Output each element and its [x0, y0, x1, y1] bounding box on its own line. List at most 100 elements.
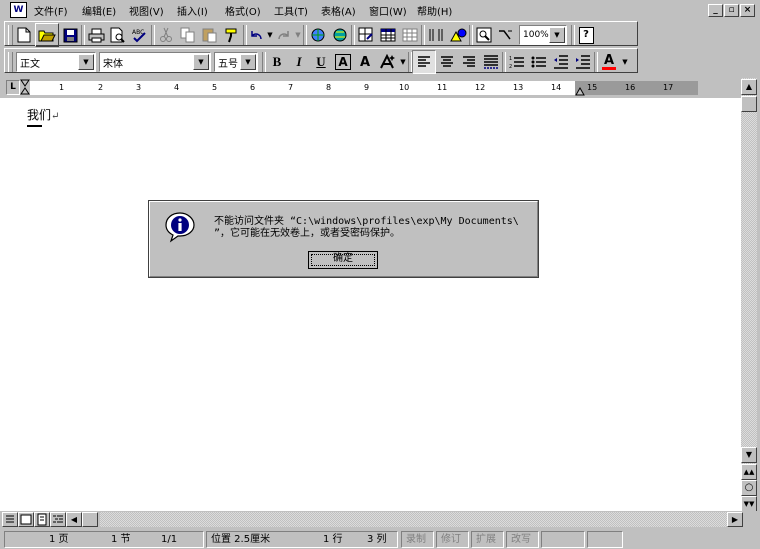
chevron-down-icon[interactable]: ▼	[78, 54, 94, 70]
chevron-down-icon[interactable]: ▼	[240, 54, 256, 70]
bold-button[interactable]: B	[266, 51, 288, 73]
insert-excel-button[interactable]	[399, 24, 421, 46]
scroll-left-button[interactable]: ◀	[66, 512, 82, 527]
menu-help[interactable]: 帮助(H)	[417, 3, 452, 18]
text-effects-dropdown[interactable]: ▼	[398, 51, 408, 73]
menu-view[interactable]: 视图(V)	[129, 3, 164, 18]
ok-button[interactable]: 确定	[308, 251, 378, 269]
align-right-button[interactable]	[458, 51, 480, 73]
svg-text:1: 1	[509, 56, 512, 62]
undo-button[interactable]	[247, 24, 265, 46]
copy-button[interactable]	[177, 24, 199, 46]
document-map-button[interactable]	[473, 24, 495, 46]
increase-indent-button[interactable]	[572, 51, 594, 73]
save-button[interactable]	[59, 24, 81, 46]
distribute-button[interactable]	[480, 51, 502, 73]
text-effects-button[interactable]	[376, 51, 398, 73]
show-hide-button[interactable]	[495, 24, 517, 46]
status-rec[interactable]: 录制	[401, 531, 434, 548]
left-indent-marker[interactable]	[20, 79, 32, 97]
print-button[interactable]	[85, 24, 107, 46]
document-area[interactable]	[0, 98, 741, 511]
italic-button[interactable]: I	[288, 51, 310, 73]
undo-dropdown[interactable]: ▼	[265, 24, 275, 46]
menu-insert[interactable]: 插入(I)	[177, 3, 208, 18]
menu-format[interactable]: 格式(O)	[225, 3, 261, 18]
underline-button[interactable]: U	[310, 51, 332, 73]
menu-table[interactable]: 表格(A)	[321, 3, 356, 18]
font-size-combo[interactable]: 五号 ▼	[214, 52, 258, 72]
minimize-button[interactable]: _	[708, 4, 723, 17]
normal-view-button[interactable]	[2, 512, 18, 527]
close-button[interactable]: ×	[740, 4, 755, 17]
office-assistant-button[interactable]: ?	[575, 24, 597, 46]
scroll-down-button[interactable]: ▼	[741, 447, 757, 463]
web-layout-view-button[interactable]	[18, 512, 34, 527]
redo-button[interactable]	[275, 24, 293, 46]
new-document-button[interactable]	[13, 24, 35, 46]
align-center-button[interactable]	[436, 51, 458, 73]
status-position-panel[interactable]: 位置 2.5厘米 1 行 3 列	[206, 531, 398, 548]
previous-page-button[interactable]: ▲▲	[741, 464, 757, 480]
document-text[interactable]: 我们↵	[27, 106, 59, 123]
status-ovr[interactable]: 改写	[506, 531, 539, 548]
tab-selector[interactable]: L	[6, 80, 20, 95]
restore-button[interactable]: ▫	[724, 4, 739, 17]
character-border-button[interactable]: A	[332, 51, 354, 73]
status-position: 位置 2.5厘米	[211, 534, 271, 545]
horizontal-scroll-thumb[interactable]	[82, 512, 98, 527]
decrease-indent-button[interactable]	[550, 51, 572, 73]
vertical-scroll-thumb[interactable]	[741, 96, 757, 112]
font-color-dropdown[interactable]: ▼	[620, 51, 630, 73]
scroll-up-button[interactable]: ▲	[741, 79, 757, 95]
spelling-button[interactable]: ABC	[129, 24, 151, 46]
print-preview-button[interactable]	[107, 24, 129, 46]
next-page-button[interactable]: ▼▼	[741, 496, 757, 512]
format-painter-button[interactable]	[221, 24, 243, 46]
right-indent-marker[interactable]	[575, 86, 585, 96]
ruler-number: 6	[250, 83, 256, 92]
insert-table-button[interactable]	[377, 24, 399, 46]
paste-button[interactable]	[199, 24, 221, 46]
style-combo[interactable]: 正文 ▼	[16, 52, 96, 72]
web-toolbar-button[interactable]	[329, 24, 351, 46]
status-spelling-panel[interactable]	[587, 531, 623, 548]
outline-view-button[interactable]	[50, 512, 66, 527]
menu-file[interactable]: 文件(F)	[34, 3, 68, 18]
zoom-combo[interactable]: 100% ▼	[519, 25, 567, 45]
page-layout-view-button[interactable]	[34, 512, 50, 527]
drawing-button[interactable]	[447, 24, 469, 46]
ruler-right-margin[interactable]: 15 16 17	[575, 81, 698, 95]
columns-button[interactable]	[425, 24, 447, 46]
cut-button[interactable]	[155, 24, 177, 46]
spell-check-icon: ABC	[132, 29, 146, 43]
paste-icon	[202, 28, 217, 43]
horizontal-scroll-track[interactable]	[100, 512, 727, 527]
open-button[interactable]	[35, 23, 59, 47]
status-ext[interactable]: 扩展	[471, 531, 504, 548]
tables-borders-button[interactable]	[355, 24, 377, 46]
word-app-icon[interactable]: W	[10, 2, 27, 18]
font-combo[interactable]: 宋体 ▼	[99, 52, 211, 72]
menu-tools[interactable]: 工具(T)	[274, 3, 308, 18]
chevron-down-icon[interactable]: ▼	[549, 27, 565, 43]
drawing-shapes-icon	[450, 28, 467, 42]
select-browse-object-button[interactable]: ○	[741, 480, 757, 496]
chevron-down-icon[interactable]: ▼	[193, 54, 209, 70]
menu-bar: W 文件(F) 编辑(E) 视图(V) 插入(I) 格式(O) 工具(T) 表格…	[0, 0, 760, 19]
font-color-button[interactable]: A	[598, 51, 620, 73]
status-language-panel[interactable]	[541, 531, 585, 548]
menu-window[interactable]: 窗口(W)	[369, 3, 407, 18]
menu-edit[interactable]: 编辑(E)	[82, 3, 116, 18]
status-page-panel[interactable]: 1 页 1 节 1/1	[4, 531, 204, 548]
numbering-button[interactable]: 12	[506, 51, 528, 73]
bullets-button[interactable]	[528, 51, 550, 73]
scroll-right-button[interactable]: ▶	[727, 512, 743, 527]
status-trk[interactable]: 修订	[436, 531, 469, 548]
redo-dropdown[interactable]: ▼	[293, 24, 303, 46]
printer-icon	[88, 28, 104, 42]
character-shading-button[interactable]: A	[354, 51, 376, 73]
insert-hyperlink-button[interactable]	[307, 24, 329, 46]
toolbar-grip[interactable]	[8, 52, 13, 72]
align-left-button[interactable]	[412, 50, 436, 74]
